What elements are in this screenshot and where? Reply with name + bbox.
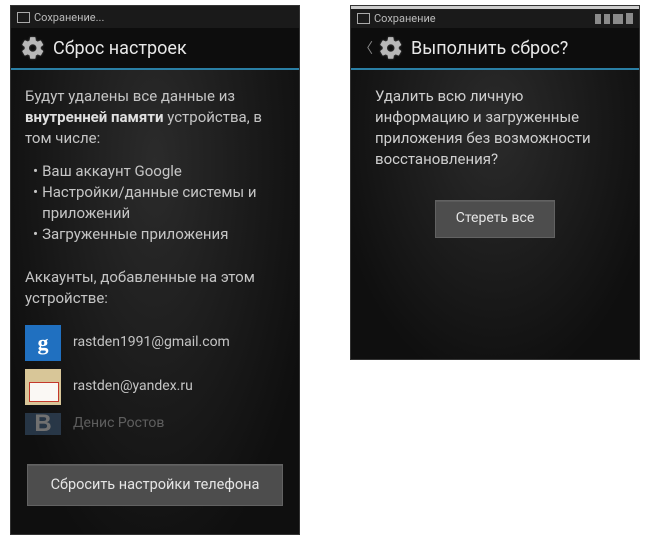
content-area: Будут удалены все данные из внутренней п… xyxy=(11,70,299,534)
phone-right: Сохранение 〈 Выполнить сброс? Удалить вс… xyxy=(350,5,640,360)
battery-icon xyxy=(626,13,633,24)
signal-icon xyxy=(604,14,610,24)
page-title: Выполнить сброс? xyxy=(411,38,568,59)
list-item: •Настройки/данные системы и приложений xyxy=(33,182,285,224)
confirm-text: Удалить всю личную информацию и загружен… xyxy=(375,86,615,170)
account-row[interactable]: g rastden1991@gmail.com xyxy=(25,325,285,361)
phone-left: Сохранение... Сброс настроек Будут удале… xyxy=(10,5,300,535)
signal-icon xyxy=(595,14,601,24)
status-label: Сохранение xyxy=(374,12,436,25)
account-email: rastden1991@gmail.com xyxy=(73,333,230,353)
status-bar: Сохранение xyxy=(351,6,639,28)
settings-header: 〈 Выполнить сброс? xyxy=(351,28,639,70)
erase-all-button[interactable]: Стереть все xyxy=(435,200,556,238)
status-bar: Сохранение... xyxy=(11,6,299,28)
desc-text: Будут удалены все данные из внутренней п… xyxy=(25,86,285,149)
gear-icon xyxy=(377,34,405,62)
vk-icon: В xyxy=(25,413,61,435)
accounts-label: Аккаунты, добавленные на этом устройстве… xyxy=(25,267,285,309)
image-placeholder-icon xyxy=(357,13,370,24)
account-row[interactable]: В Денис Ростов xyxy=(25,413,285,435)
status-label: Сохранение... xyxy=(34,11,104,24)
account-list: g rastden1991@gmail.com rastden@yandex.r… xyxy=(25,325,285,435)
status-icons xyxy=(595,13,633,24)
content-area: Удалить всю личную информацию и загружен… xyxy=(351,70,639,359)
list-item: •Загруженные приложения xyxy=(33,224,285,245)
settings-header: Сброс настроек xyxy=(11,28,299,70)
back-icon[interactable]: 〈 xyxy=(359,38,373,58)
account-row[interactable]: rastden@yandex.ru xyxy=(25,369,285,405)
google-icon: g xyxy=(25,325,61,361)
reset-phone-button[interactable]: Сбросить настройки телефона xyxy=(27,464,283,506)
account-email: Денис Ростов xyxy=(73,414,164,434)
account-email: rastden@yandex.ru xyxy=(73,377,193,397)
page-title: Сброс настроек xyxy=(53,38,187,59)
gear-icon xyxy=(19,34,47,62)
wifi-icon xyxy=(613,14,623,24)
list-item: •Ваш аккаунт Google xyxy=(33,161,285,182)
bullet-list: •Ваш аккаунт Google •Настройки/данные си… xyxy=(25,149,285,257)
mail-icon xyxy=(25,369,61,405)
image-placeholder-icon xyxy=(17,12,30,23)
